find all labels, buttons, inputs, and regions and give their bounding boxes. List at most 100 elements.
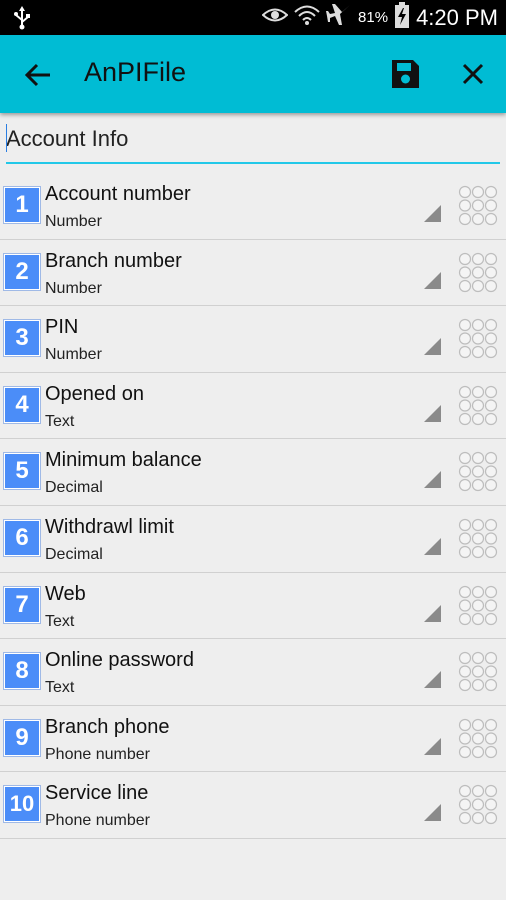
drag-dot bbox=[471, 532, 485, 545]
field-name[interactable]: Branch phone bbox=[45, 716, 170, 739]
drag-dot bbox=[484, 532, 498, 545]
drag-dot bbox=[458, 265, 472, 279]
field-name[interactable]: Minimum balance bbox=[45, 449, 202, 472]
type-dropdown-arrow-icon[interactable] bbox=[424, 271, 441, 289]
field-index-badge: 8 bbox=[4, 653, 40, 690]
airplane-icon bbox=[326, 3, 352, 32]
field-name[interactable]: Account number bbox=[45, 183, 191, 206]
text-cursor bbox=[6, 124, 7, 152]
field-type: Text bbox=[45, 679, 75, 697]
drag-dot bbox=[458, 518, 472, 532]
field-name[interactable]: Online password bbox=[45, 649, 194, 672]
field-index-badge: 10 bbox=[4, 786, 40, 823]
drag-dot bbox=[458, 385, 472, 398]
type-dropdown-arrow-icon[interactable] bbox=[424, 471, 441, 489]
drag-dot bbox=[471, 732, 485, 745]
field-row[interactable]: 1 Account number Number bbox=[0, 173, 506, 240]
drag-dot bbox=[484, 665, 498, 678]
field-name[interactable]: Branch number bbox=[45, 250, 182, 273]
drag-handle-icon[interactable] bbox=[458, 185, 498, 227]
drag-dot bbox=[458, 199, 472, 212]
drag-dot bbox=[458, 612, 472, 625]
drag-dot bbox=[471, 185, 485, 199]
drag-handle-icon[interactable] bbox=[458, 252, 498, 294]
field-row[interactable]: 6 Withdrawl limit Decimal bbox=[0, 506, 506, 573]
clock: 4:20 PM bbox=[416, 4, 498, 30]
drag-dot bbox=[458, 679, 472, 692]
drag-handle-icon[interactable] bbox=[458, 451, 498, 493]
field-index-badge: 4 bbox=[4, 386, 40, 423]
drag-dot bbox=[484, 745, 498, 758]
field-name[interactable]: Web bbox=[45, 583, 86, 606]
drag-dot bbox=[484, 385, 498, 398]
field-row[interactable]: 5 Minimum balance Decimal bbox=[0, 439, 506, 506]
drag-dot bbox=[484, 279, 498, 292]
drag-dot bbox=[458, 718, 472, 731]
title-input[interactable] bbox=[6, 122, 496, 156]
battery-percent: 81% bbox=[358, 9, 389, 26]
drag-dot bbox=[458, 598, 472, 612]
eye-icon bbox=[261, 6, 289, 29]
drag-dot bbox=[484, 199, 498, 212]
field-row[interactable]: 7 Web Text bbox=[0, 573, 506, 640]
drag-handle-icon[interactable] bbox=[458, 585, 498, 627]
drag-handle-icon[interactable] bbox=[458, 385, 498, 427]
type-dropdown-arrow-icon[interactable] bbox=[424, 537, 441, 555]
back-arrow-icon[interactable] bbox=[22, 59, 54, 91]
drag-dot bbox=[471, 252, 485, 265]
field-row[interactable]: 9 Branch phone Phone number bbox=[0, 706, 506, 773]
drag-dot bbox=[458, 732, 472, 745]
type-dropdown-arrow-icon[interactable] bbox=[424, 205, 441, 222]
drag-dot bbox=[484, 399, 498, 412]
battery-icon bbox=[394, 2, 410, 33]
type-dropdown-arrow-icon[interactable] bbox=[424, 737, 441, 755]
type-dropdown-arrow-icon[interactable] bbox=[424, 671, 441, 689]
type-dropdown-arrow-icon[interactable] bbox=[424, 604, 441, 622]
drag-dot bbox=[484, 598, 498, 612]
save-icon[interactable] bbox=[388, 57, 422, 91]
drag-dot bbox=[458, 745, 472, 758]
field-type: Phone number bbox=[45, 812, 150, 830]
drag-dot bbox=[471, 465, 485, 478]
field-row[interactable]: 10 Service line Phone number bbox=[0, 772, 506, 839]
drag-dot bbox=[471, 346, 485, 359]
field-row[interactable]: 3 PIN Number bbox=[0, 306, 506, 373]
drag-dot bbox=[458, 545, 472, 559]
field-index-badge: 7 bbox=[4, 586, 40, 623]
drag-handle-icon[interactable] bbox=[458, 784, 498, 826]
field-index-badge: 1 bbox=[4, 187, 40, 223]
field-name[interactable]: PIN bbox=[45, 316, 78, 339]
drag-dot bbox=[458, 185, 472, 199]
field-type: Text bbox=[45, 412, 75, 430]
type-dropdown-arrow-icon[interactable] bbox=[424, 404, 441, 422]
field-row[interactable]: 8 Online password Text bbox=[0, 639, 506, 706]
close-icon[interactable] bbox=[458, 59, 488, 89]
drag-dot bbox=[471, 265, 485, 279]
field-name[interactable]: Opened on bbox=[45, 383, 144, 406]
drag-dot bbox=[471, 319, 485, 332]
type-dropdown-arrow-icon[interactable] bbox=[424, 804, 441, 822]
field-index-badge: 6 bbox=[4, 519, 40, 556]
field-type: Phone number bbox=[45, 745, 150, 763]
drag-handle-icon[interactable] bbox=[458, 518, 498, 560]
drag-dot bbox=[471, 412, 485, 425]
field-name[interactable]: Withdrawl limit bbox=[45, 516, 174, 539]
type-dropdown-arrow-icon[interactable] bbox=[424, 338, 441, 356]
drag-dot bbox=[471, 745, 485, 758]
drag-dot bbox=[458, 665, 472, 678]
app-title: AnPIFile bbox=[84, 57, 187, 87]
drag-handle-icon[interactable] bbox=[458, 651, 498, 693]
field-row[interactable]: 4 Opened on Text bbox=[0, 373, 506, 440]
drag-dot bbox=[484, 185, 498, 199]
app-bar: AnPIFile bbox=[0, 35, 506, 113]
drag-handle-icon[interactable] bbox=[458, 718, 498, 760]
drag-dot bbox=[458, 532, 472, 545]
drag-dot bbox=[471, 452, 485, 465]
field-type: Number bbox=[45, 213, 102, 230]
drag-handle-icon[interactable] bbox=[458, 318, 498, 360]
field-row[interactable]: 2 Branch number Number bbox=[0, 240, 506, 307]
drag-dot bbox=[471, 332, 485, 345]
field-name[interactable]: Service line bbox=[45, 782, 148, 805]
wifi-icon bbox=[294, 4, 320, 31]
drag-dot bbox=[458, 252, 472, 265]
